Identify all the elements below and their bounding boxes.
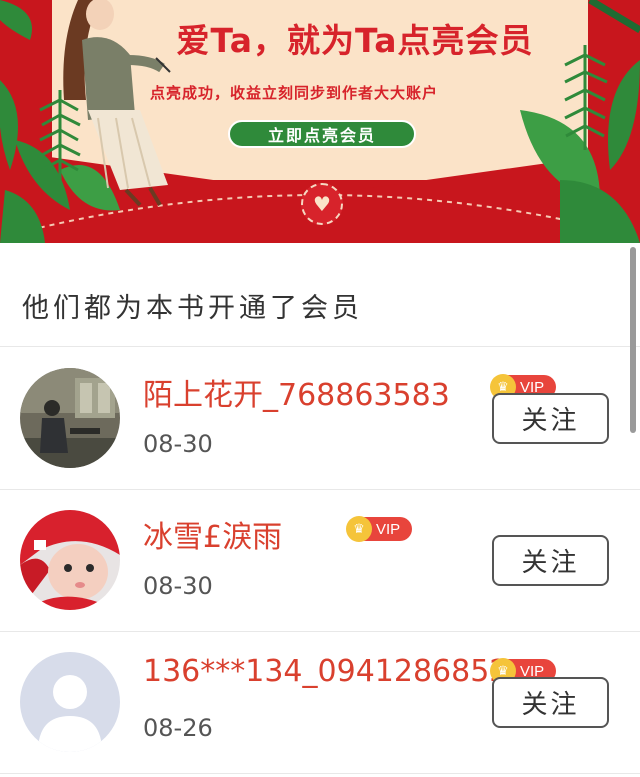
member-date: 08-30 xyxy=(143,572,213,600)
activate-membership-button[interactable]: 立即点亮会员 xyxy=(228,120,416,148)
member-date: 08-26 xyxy=(143,714,213,742)
list-item[interactable]: 陌上花开_768863583 ♛ VIP 08-30 关注 xyxy=(0,348,640,490)
follow-button[interactable]: 关注 xyxy=(492,535,609,586)
member-date: 08-30 xyxy=(143,430,213,458)
banner-title: 爱Ta，就为Ta点亮会员 xyxy=(176,21,534,60)
heart-icon: ♥ xyxy=(301,183,343,225)
follow-button[interactable]: 关注 xyxy=(492,677,609,728)
member-name[interactable]: 136***134_0941286852 xyxy=(143,654,508,689)
member-banner[interactable]: 爱Ta，就为Ta点亮会员 点亮成功，收益立刻同步到作者大大账户 立即点亮会员 ♥ xyxy=(0,0,640,243)
scrollbar[interactable] xyxy=(630,247,636,433)
crown-icon: ♛ xyxy=(346,516,372,542)
follow-button[interactable]: 关注 xyxy=(492,393,609,444)
banner-subtitle: 点亮成功，收益立刻同步到作者大大账户 xyxy=(150,84,439,102)
section-header: 他们都为本书开通了会员 xyxy=(0,243,640,347)
vip-label: VIP xyxy=(376,520,401,538)
avatar[interactable] xyxy=(20,652,120,752)
avatar[interactable] xyxy=(20,368,120,468)
member-name[interactable]: 陌上花开_768863583 xyxy=(143,370,450,414)
avatar[interactable] xyxy=(20,510,120,610)
list-item[interactable]: 136***134_0941286852 ♛ VIP 08-26 关注 xyxy=(0,632,640,774)
list-item[interactable]: 冰雪£淚雨 ♛ VIP 08-30 关注 xyxy=(0,490,640,632)
section-title: 他们都为本书开通了会员 xyxy=(22,293,363,324)
vip-badge: ♛ VIP xyxy=(346,516,412,542)
member-name[interactable]: 冰雪£淚雨 xyxy=(143,512,282,556)
